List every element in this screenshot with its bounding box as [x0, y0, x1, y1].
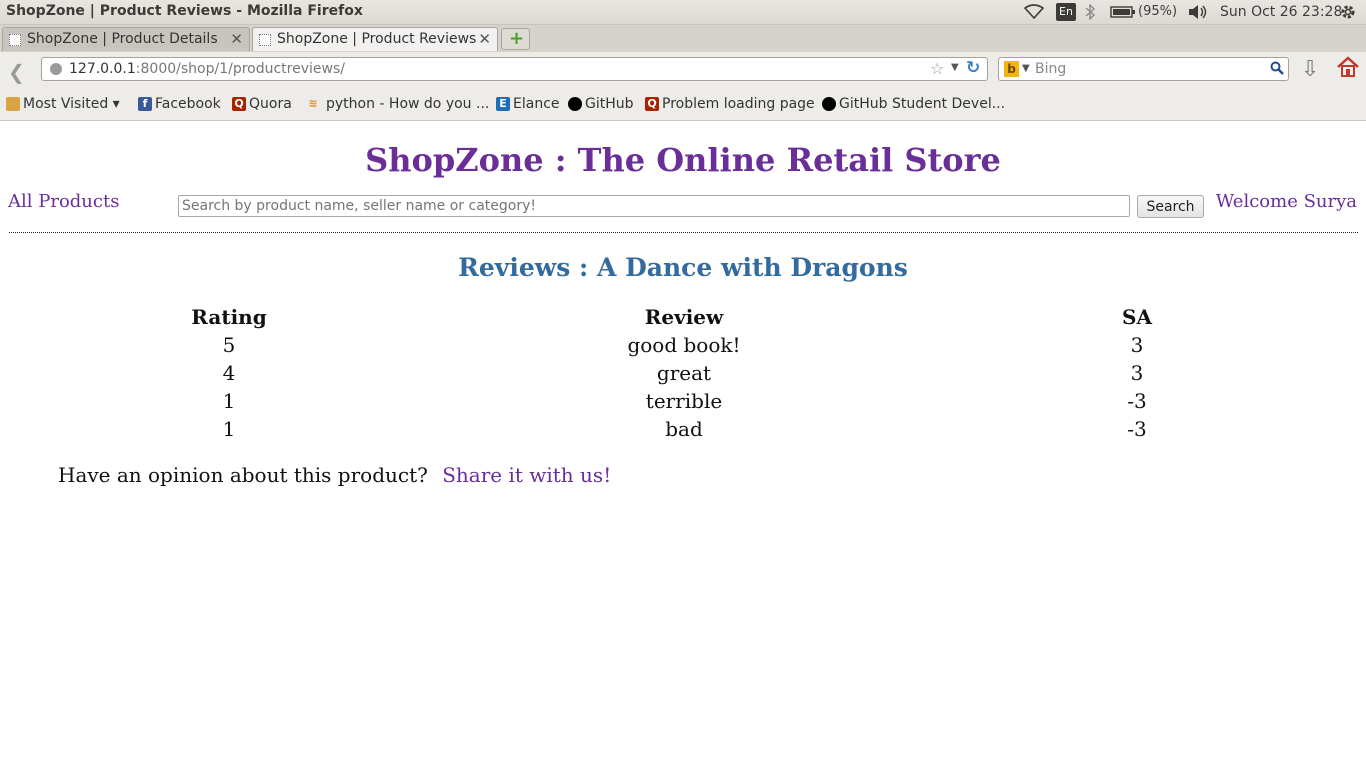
bookmark-label: GitHub	[585, 96, 634, 112]
navigation-toolbar: ❮ 127.0.0.1:8000/shop/1/productreviews/ …	[0, 52, 1366, 88]
reload-icon[interactable]: ↻	[966, 58, 980, 78]
bookmark-label: Most Visited ▾	[23, 96, 120, 112]
share-review-link[interactable]: Share it with us!	[442, 463, 611, 487]
sa-cell: -3	[1127, 417, 1147, 441]
power-gear-icon[interactable]	[1339, 2, 1357, 22]
review-cell: good book!	[627, 333, 741, 357]
welcome-user-link[interactable]: Welcome Surya	[1216, 191, 1357, 212]
url-host: 127.0.0.1	[69, 61, 136, 77]
product-search-input[interactable]	[178, 195, 1130, 217]
opinion-text: Have an opinion about this product?	[58, 463, 428, 487]
engine-dropdown-icon[interactable]: ▼	[1022, 63, 1030, 74]
url-text[interactable]: 127.0.0.1:8000/shop/1/productreviews/	[69, 61, 345, 77]
rating-cell: 1	[222, 417, 236, 441]
web-search-placeholder[interactable]: Bing	[1035, 61, 1066, 77]
table-row: 1 bad -3	[114, 415, 1250, 443]
bookmark-facebook[interactable]: f Facebook	[138, 96, 221, 112]
folder-icon	[6, 97, 20, 111]
review-cell: great	[656, 361, 712, 385]
sa-cell: 3	[1130, 333, 1144, 357]
page-favicon-icon	[9, 34, 21, 46]
tab-product-details[interactable]: ShopZone | Product Details ✕	[2, 27, 250, 51]
page-favicon-icon	[259, 34, 271, 46]
quora-icon: Q	[645, 97, 659, 111]
battery-percent: (95%)	[1138, 4, 1178, 19]
table-row: 4 great 3	[114, 359, 1250, 387]
tab-label: ShopZone | Product Details	[27, 31, 218, 47]
new-tab-button[interactable]: +	[501, 28, 530, 50]
bookmark-elance[interactable]: E Elance	[496, 96, 560, 112]
search-icon[interactable]	[1270, 61, 1284, 75]
bookmark-label: Quora	[249, 96, 292, 112]
reviews-table: Rating Review SA 5 good book! 3 4 great …	[114, 303, 1250, 443]
url-path: :8000/shop/1/productreviews/	[135, 61, 345, 77]
page-content: ShopZone : The Online Retail Store All P…	[0, 121, 1366, 768]
review-cell: terrible	[645, 389, 723, 413]
bookmark-quora[interactable]: Q Quora	[232, 96, 292, 112]
site-title: ShopZone : The Online Retail Store	[365, 141, 1001, 179]
elance-icon: E	[496, 97, 510, 111]
rating-cell: 1	[222, 389, 236, 413]
close-tab-icon[interactable]: ✕	[478, 30, 491, 48]
bookmark-most-visited[interactable]: Most Visited ▾	[6, 96, 120, 112]
close-tab-icon[interactable]: ✕	[230, 30, 243, 48]
tab-label: ShopZone | Product Reviews	[277, 31, 477, 47]
plus-icon: +	[509, 28, 525, 49]
bookmark-label: Elance	[513, 96, 560, 112]
site-identity-icon[interactable]	[50, 63, 62, 75]
history-dropdown-icon[interactable]: ▼	[951, 62, 959, 73]
bookmark-label: python - How do you ...	[326, 96, 490, 112]
bookmark-github-student[interactable]: GitHub Student Devel...	[822, 96, 1005, 112]
web-search-bar[interactable]: b ▼ Bing	[998, 57, 1289, 81]
github-icon	[568, 97, 582, 111]
divider	[9, 232, 1358, 233]
window-title: ShopZone | Product Reviews - Mozilla Fir…	[6, 3, 363, 19]
facebook-icon: f	[138, 97, 152, 111]
bookmark-stackoverflow[interactable]: ≋ python - How do you ...	[306, 96, 489, 112]
bluetooth-icon[interactable]	[1085, 2, 1095, 22]
sa-cell: -3	[1127, 389, 1147, 413]
column-header-rating: Rating	[191, 305, 267, 329]
rating-cell: 5	[222, 333, 236, 357]
bookmark-label: GitHub Student Devel...	[839, 96, 1006, 112]
github-icon	[822, 97, 836, 111]
column-header-review: Review	[644, 305, 724, 329]
sa-cell: 3	[1130, 361, 1144, 385]
column-header-sa: SA	[1122, 305, 1152, 329]
url-bar[interactable]: 127.0.0.1:8000/shop/1/productreviews/ ☆ …	[41, 57, 988, 81]
table-row: 5 good book! 3	[114, 331, 1250, 359]
quora-icon: Q	[232, 97, 246, 111]
tab-strip: ShopZone | Product Details ✕ ShopZone | …	[0, 25, 1366, 52]
rating-cell: 4	[222, 361, 236, 385]
bookmark-star-icon[interactable]: ☆	[930, 59, 944, 78]
bookmark-problem-loading[interactable]: Q Problem loading page	[645, 96, 815, 112]
tab-product-reviews[interactable]: ShopZone | Product Reviews ✕	[252, 27, 498, 51]
system-top-panel: ShopZone | Product Reviews - Mozilla Fir…	[0, 0, 1366, 25]
search-button[interactable]: Search	[1137, 195, 1204, 218]
bookmark-label: Problem loading page	[662, 96, 815, 112]
reviews-heading: Reviews : A Dance with Dragons	[458, 253, 908, 282]
home-icon[interactable]	[1336, 55, 1360, 79]
bookmark-label: Facebook	[155, 96, 221, 112]
bookmark-github[interactable]: GitHub	[568, 96, 634, 112]
all-products-link[interactable]: All Products	[8, 191, 119, 212]
keyboard-layout-indicator[interactable]: En	[1056, 3, 1076, 21]
back-arrow-icon[interactable]: ❮	[8, 60, 25, 84]
stackoverflow-icon: ≋	[308, 97, 318, 110]
table-header-row: Rating Review SA	[114, 303, 1250, 331]
opinion-prompt: Have an opinion about this product? Shar…	[58, 463, 611, 487]
review-cell: bad	[665, 417, 703, 441]
bookmarks-toolbar: Most Visited ▾ f Facebook Q Quora ≋ pyth…	[0, 88, 1366, 121]
wifi-icon[interactable]	[1024, 2, 1044, 22]
battery-icon[interactable]	[1110, 2, 1136, 22]
clock[interactable]: Sun Oct 26 23:28	[1220, 4, 1342, 20]
volume-icon[interactable]	[1187, 2, 1209, 22]
downloads-icon[interactable]: ⇩	[1301, 57, 1319, 82]
table-row: 1 terrible -3	[114, 387, 1250, 415]
bing-logo-icon[interactable]: b	[1004, 61, 1019, 77]
